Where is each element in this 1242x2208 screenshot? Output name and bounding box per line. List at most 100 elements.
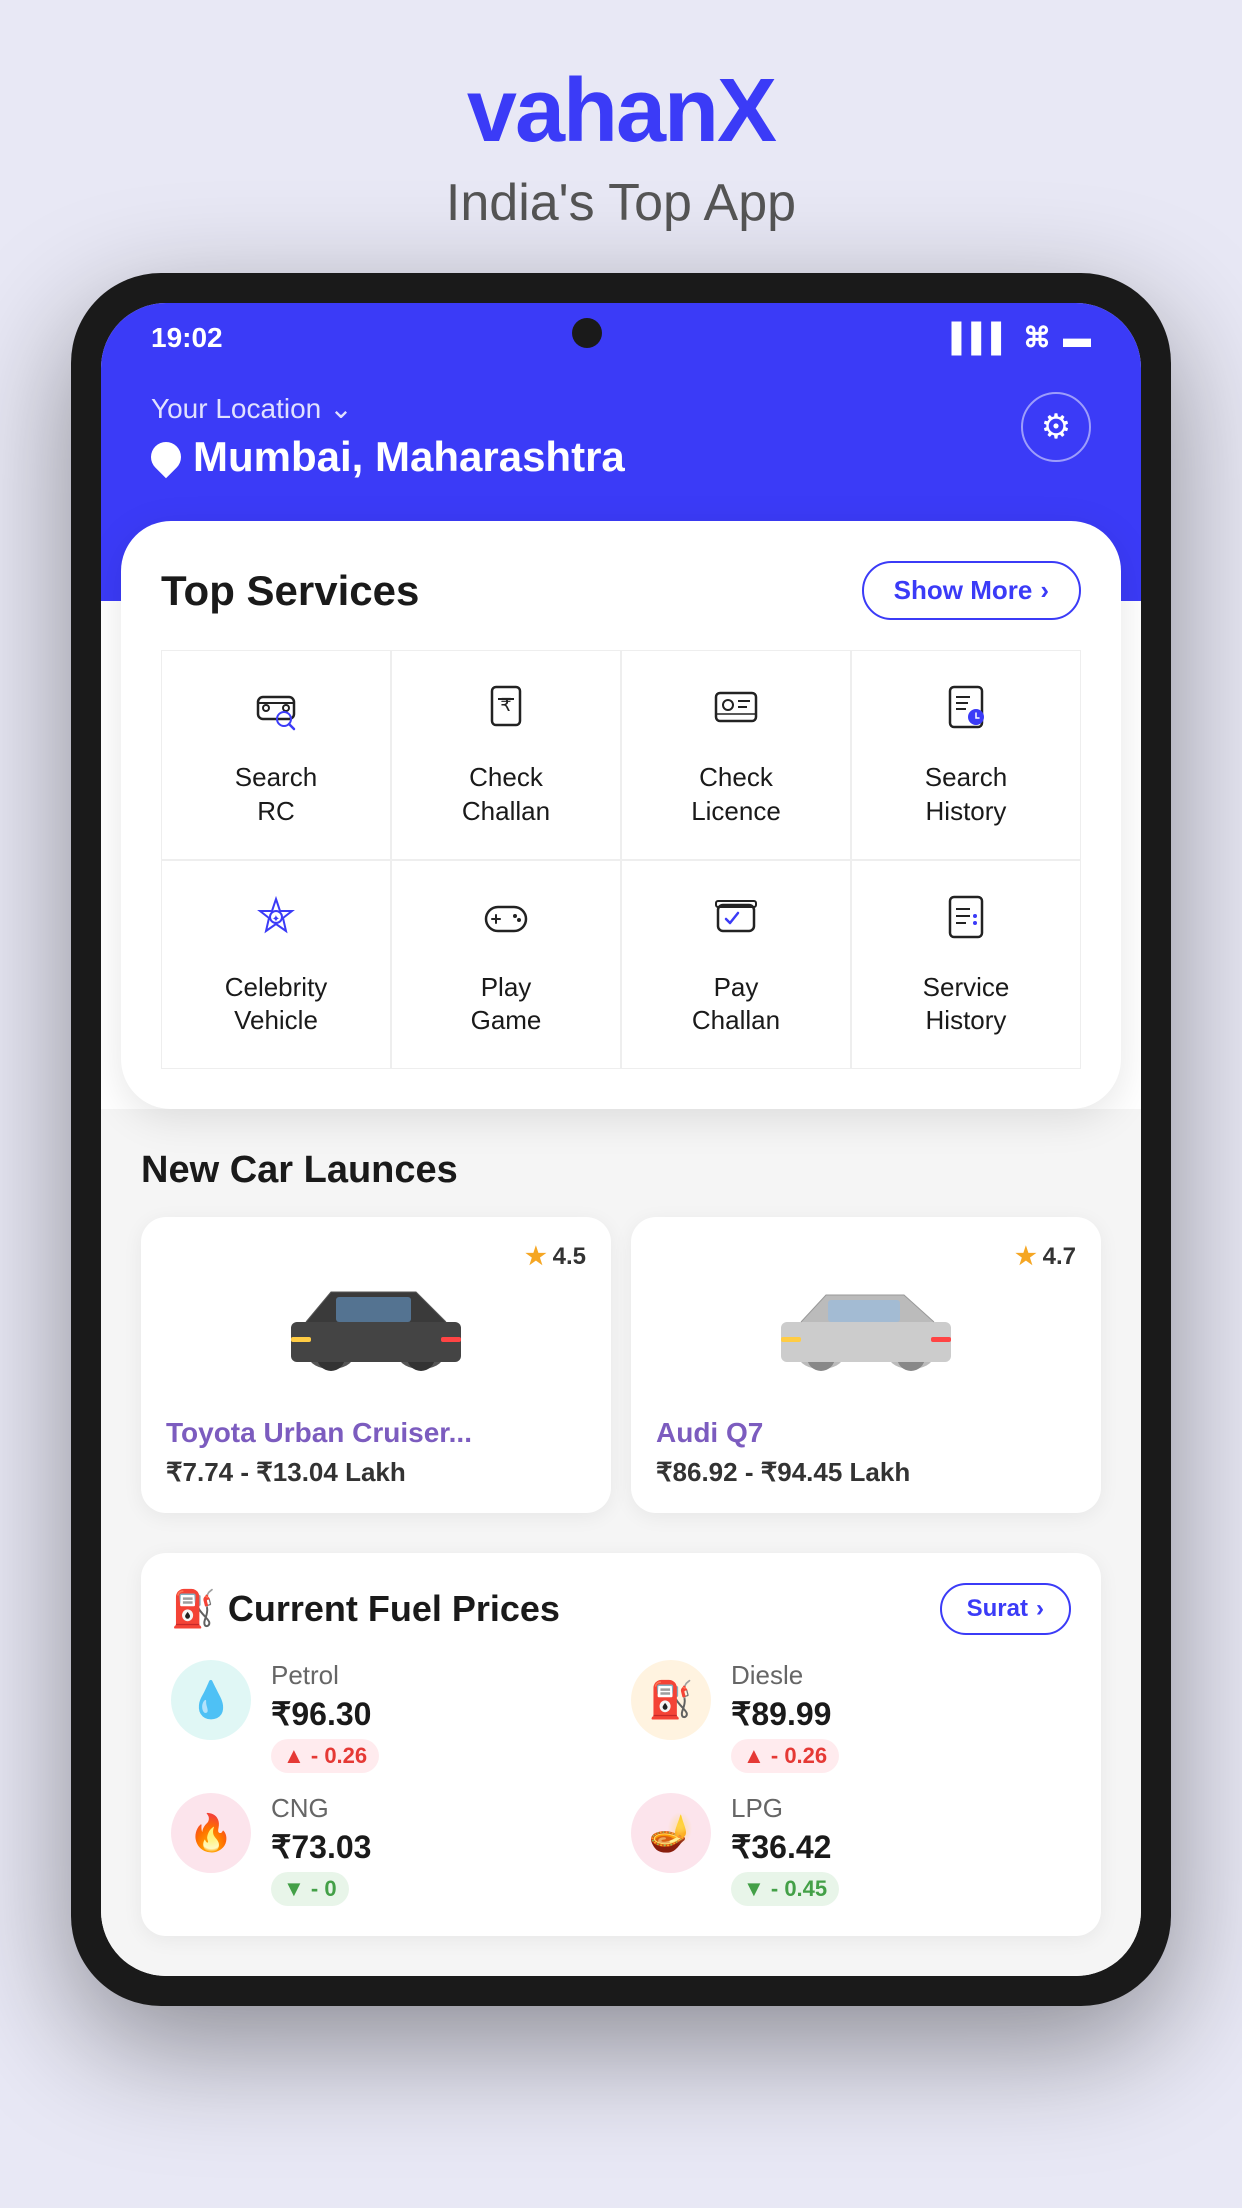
battery-icon: ▬ xyxy=(1063,322,1091,354)
toyota-rating-value: 4.5 xyxy=(553,1243,586,1271)
phone-content: New Car Launces xyxy=(101,1109,1141,1976)
play-game-label: PlayGame xyxy=(471,971,542,1039)
audi-car-image xyxy=(756,1267,976,1377)
cng-change: ▼ - 0 xyxy=(271,1872,349,1906)
fuel-grid: 💧 Petrol ₹96.30 ▲ - 0.26 ⛽ D xyxy=(171,1660,1071,1906)
service-item-service-history[interactable]: ServiceHistory xyxy=(851,860,1081,1070)
audi-rating: ★ 4.7 xyxy=(1015,1242,1076,1271)
fuel-item-petrol: 💧 Petrol ₹96.30 ▲ - 0.26 xyxy=(171,1660,611,1773)
gear-button[interactable]: ⚙ xyxy=(1021,392,1091,462)
pay-challan-icon xyxy=(710,891,762,956)
service-history-label: ServiceHistory xyxy=(923,971,1010,1039)
fuel-item-diesel: ⛽ Diesle ₹89.99 ▲ - 0.26 xyxy=(631,1660,1071,1773)
status-bar: 19:02 ▌▌▌ ⌘ ▬ xyxy=(101,303,1141,372)
check-licence-icon xyxy=(710,681,762,746)
location-label: Your Location ⌄ xyxy=(151,392,1091,425)
search-rc-icon xyxy=(250,681,302,746)
lpg-icon-circle: 🪔 xyxy=(631,1793,711,1873)
toyota-rating: ★ 4.5 xyxy=(525,1242,586,1271)
check-challan-icon: ₹ xyxy=(480,681,532,746)
pay-challan-label: PayChallan xyxy=(692,971,780,1039)
toyota-car-image xyxy=(266,1267,486,1377)
fuel-pump-icon: ⛽ xyxy=(171,1588,216,1630)
audi-rating-value: 4.7 xyxy=(1043,1243,1076,1271)
svg-text:✦: ✦ xyxy=(272,914,280,925)
location-name: Mumbai, Maharashtra xyxy=(151,433,1091,481)
chevron-right-icon: › xyxy=(1040,575,1049,606)
check-challan-label: CheckChallan xyxy=(462,761,550,829)
cng-price: ₹73.03 xyxy=(271,1828,611,1866)
check-licence-label: CheckLicence xyxy=(691,761,781,829)
services-title: Top Services xyxy=(161,567,419,615)
car-card-toyota[interactable]: ★ 4.5 Toyota Urban Cruiser... ₹7.74 - ₹1… xyxy=(141,1217,611,1513)
show-more-button[interactable]: Show More › xyxy=(862,561,1081,620)
chevron-right-icon-fuel: › xyxy=(1036,1595,1044,1623)
diesel-change: ▲ - 0.26 xyxy=(731,1739,839,1773)
signal-icon: ▌▌▌ xyxy=(951,322,1011,354)
lpg-icon: 🪔 xyxy=(649,1812,694,1854)
lpg-name: LPG xyxy=(731,1793,1071,1824)
app-header: vahanX India's Top App xyxy=(446,0,796,273)
phone-frame: 19:02 ▌▌▌ ⌘ ▬ Your Location ⌄ Mumbai, Ma… xyxy=(71,273,1171,2006)
audi-price: ₹86.92 - ₹94.45 Lakh xyxy=(656,1457,1076,1488)
service-history-icon xyxy=(940,891,992,956)
service-item-play-game[interactable]: PlayGame xyxy=(391,860,621,1070)
audi-name: Audi Q7 xyxy=(656,1417,1076,1449)
car-cards: ★ 4.5 Toyota Urban Cruiser... ₹7.74 - ₹1… xyxy=(141,1217,1101,1513)
petrol-name: Petrol xyxy=(271,1660,611,1691)
fuel-title: ⛽ Current Fuel Prices xyxy=(171,1588,560,1630)
petrol-icon-circle: 💧 xyxy=(171,1660,251,1740)
status-time: 19:02 xyxy=(151,322,223,354)
location-pin-icon xyxy=(145,436,187,478)
cng-name: CNG xyxy=(271,1793,611,1824)
service-item-search-history[interactable]: SearchHistory xyxy=(851,650,1081,860)
camera-notch xyxy=(572,318,602,348)
status-icons: ▌▌▌ ⌘ ▬ xyxy=(951,321,1091,354)
service-item-pay-challan[interactable]: PayChallan xyxy=(621,860,851,1070)
star-icon: ★ xyxy=(525,1242,547,1271)
search-history-icon xyxy=(940,681,992,746)
car-image-area-audi: ★ 4.7 xyxy=(656,1242,1076,1402)
fuel-location-text: Surat xyxy=(967,1595,1028,1623)
toyota-price: ₹7.74 - ₹13.04 Lakh xyxy=(166,1457,586,1488)
phone-screen: 19:02 ▌▌▌ ⌘ ▬ Your Location ⌄ Mumbai, Ma… xyxy=(101,303,1141,1976)
fuel-location-button[interactable]: Surat › xyxy=(940,1583,1071,1635)
petrol-icon: 💧 xyxy=(189,1679,234,1721)
new-cars-title: New Car Launces xyxy=(141,1149,1101,1192)
service-item-search-rc[interactable]: SearchRC xyxy=(161,650,391,860)
petrol-change: ▲ - 0.26 xyxy=(271,1739,379,1773)
service-item-check-challan[interactable]: ₹ CheckChallan xyxy=(391,650,621,860)
diesel-price: ₹89.99 xyxy=(731,1695,1071,1733)
service-item-check-licence[interactable]: CheckLicence xyxy=(621,650,851,860)
search-rc-label: SearchRC xyxy=(235,761,317,829)
car-card-audi[interactable]: ★ 4.7 Audi Q7 ₹86.92 - ₹94.45 Lakh xyxy=(631,1217,1101,1513)
services-card: Top Services Show More › xyxy=(121,521,1121,1109)
play-game-icon xyxy=(480,891,532,956)
toyota-name: Toyota Urban Cruiser... xyxy=(166,1417,586,1449)
app-title: vahanX xyxy=(446,60,796,163)
gear-icon: ⚙ xyxy=(1041,407,1071,447)
location-label-text: Your Location xyxy=(151,393,321,425)
app-title-blue: X xyxy=(717,61,775,161)
diesel-icon-circle: ⛽ xyxy=(631,1660,711,1740)
show-more-label: Show More xyxy=(894,575,1033,606)
wifi-icon: ⌘ xyxy=(1023,321,1051,354)
lpg-change: ▼ - 0.45 xyxy=(731,1872,839,1906)
cng-icon: 🔥 xyxy=(189,1812,234,1854)
cng-icon-circle: 🔥 xyxy=(171,1793,251,1873)
location-city: Mumbai, Maharashtra xyxy=(193,433,625,481)
fuel-title-text: Current Fuel Prices xyxy=(228,1588,560,1630)
diesel-name: Diesle xyxy=(731,1660,1071,1691)
lpg-details: LPG ₹36.42 ▼ - 0.45 xyxy=(731,1793,1071,1906)
diesel-details: Diesle ₹89.99 ▲ - 0.26 xyxy=(731,1660,1071,1773)
search-history-label: SearchHistory xyxy=(925,761,1007,829)
service-item-celebrity-vehicle[interactable]: ✦ CelebrityVehicle xyxy=(161,860,391,1070)
petrol-price: ₹96.30 xyxy=(271,1695,611,1733)
lpg-price: ₹36.42 xyxy=(731,1828,1071,1866)
car-image-area-toyota: ★ 4.5 xyxy=(166,1242,586,1402)
services-grid: SearchRC ₹ CheckChallan xyxy=(161,650,1081,1069)
chevron-down-icon: ⌄ xyxy=(329,392,352,425)
star-icon-audi: ★ xyxy=(1015,1242,1037,1271)
fuel-item-lpg: 🪔 LPG ₹36.42 ▼ - 0.45 xyxy=(631,1793,1071,1906)
petrol-details: Petrol ₹96.30 ▲ - 0.26 xyxy=(271,1660,611,1773)
